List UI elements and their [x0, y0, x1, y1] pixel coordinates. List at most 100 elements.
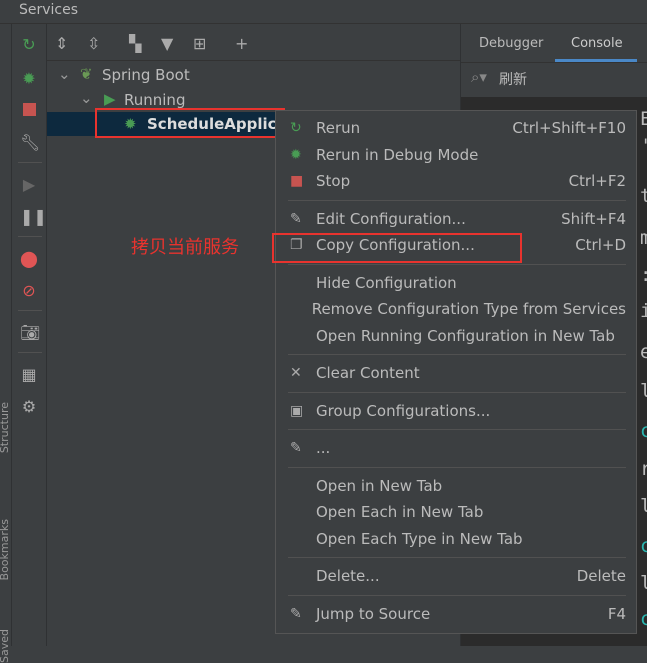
console-text: c — [640, 608, 647, 630]
rerun-icon: ↻ — [290, 120, 302, 137]
menu-separator — [276, 552, 636, 563]
menu-item-label: Rerun in Debug Mode — [316, 145, 479, 164]
menu-item-label: Group Configurations... — [316, 401, 491, 420]
tree-node-spring-boot[interactable]: Spring Boot — [102, 66, 190, 84]
add-service-icon[interactable]: + — [235, 34, 248, 53]
edit-icon: ✎ — [290, 210, 302, 227]
camera-icon[interactable]: 📷︎ — [20, 324, 40, 342]
run-icon: ▶ — [104, 90, 116, 108]
console-text: l — [640, 572, 647, 594]
menu-item-shortcut: F4 — [607, 604, 626, 623]
stop-icon[interactable] — [20, 102, 38, 120]
menu-item-open-each-type-in-new-tab[interactable]: Open Each Type in New Tab — [276, 526, 636, 553]
console-text: m — [640, 227, 647, 249]
expand-all-icon[interactable]: ⇕ — [55, 34, 68, 53]
pencil-icon: ✎ — [290, 440, 302, 457]
gear-icon[interactable]: ⚙ — [20, 398, 38, 416]
console-text: l — [640, 380, 647, 402]
menu-item-label: Clear Content — [316, 364, 420, 383]
menu-separator — [276, 387, 636, 398]
highlight-box — [95, 108, 285, 138]
menu-item-jump-to-source[interactable]: ✎ Jump to Source F4 — [276, 601, 636, 628]
context-menu: ↻ Rerun Ctrl+Shift+F10 ✹ Rerun in Debug Mode… — [275, 110, 637, 634]
services-toolbar: ↻ ✹ 🔧︎ ▶ ❚❚ ⬤ ⊘ 📷︎ ▦ ⚙ — [12, 24, 47, 646]
wrench-icon[interactable]: 🔧︎ — [20, 134, 40, 152]
menu-item-hide-configuration[interactable]: Hide Configuration — [276, 270, 636, 297]
menu-item-shortcut: Shift+F4 — [561, 209, 626, 228]
clear-icon: ✕ — [290, 365, 302, 382]
debug-icon: ✹ — [290, 146, 302, 163]
resume-icon[interactable]: ▶ — [20, 176, 38, 194]
console-text: : — [640, 264, 647, 286]
menu-item-shortcut: Delete — [576, 567, 626, 586]
console-text: E — [640, 108, 647, 130]
tab-debugger[interactable]: Debugger — [479, 36, 543, 51]
stop-icon: ■ — [290, 173, 304, 190]
console-text: r — [640, 458, 647, 480]
menu-item-label: Open Each in New Tab — [316, 503, 484, 522]
menu-item-shortcut: Ctrl+D — [575, 236, 626, 255]
menu-separator — [276, 462, 636, 473]
menu-item-shortcut: Ctrl+F2 — [568, 172, 626, 191]
menu-item-open-each-in-new-tab[interactable]: Open Each in New Tab — [276, 499, 636, 526]
annotation-text: 拷贝当前服务 — [131, 237, 239, 258]
menu-item-label: Jump to Source — [316, 604, 431, 623]
menu-item-stop[interactable]: ■ Stop Ctrl+F2 — [276, 168, 636, 195]
title-bar — [0, 0, 647, 24]
menu-item-open-in-new-tab[interactable]: Open in New Tab — [276, 473, 636, 500]
search-input[interactable]: 刷新 — [499, 69, 527, 89]
search-icon[interactable]: ⌕▾ — [471, 68, 487, 86]
console-text: ' — [640, 135, 647, 157]
console-text: t — [640, 185, 647, 207]
menu-separator — [276, 590, 636, 601]
console-text: i — [640, 300, 647, 322]
menu-item-edit-configuration[interactable]: ✎ Edit Configuration... Shift+F4 — [276, 206, 636, 233]
menu-item-delete[interactable]: Delete... Delete — [276, 563, 636, 590]
menu-item-group-configurations[interactable]: ▣ Group Configurations... — [276, 398, 636, 425]
rerun-icon[interactable]: ↻ — [20, 36, 38, 54]
console-text: c — [640, 535, 647, 557]
menu-item-label: Edit Configuration... — [316, 209, 466, 228]
bookmarks-tab[interactable]: Bookmarks — [0, 519, 11, 580]
group-icon: ▣ — [290, 402, 304, 419]
menu-item-label: Remove Configuration Type from Services — [311, 300, 626, 319]
menu-item-[interactable]: ✎... — [276, 435, 636, 462]
pause-icon[interactable]: ❚❚ — [20, 208, 47, 226]
collapse-all-icon[interactable]: ⇳ — [87, 34, 100, 53]
menu-item-label: Open in New Tab — [316, 476, 443, 495]
menu-item-open-running-configuration-in-new-tab[interactable]: Open Running Configuration in New Tab — [276, 323, 636, 350]
menu-item-clear-content[interactable]: ✕ Clear Content — [276, 360, 636, 387]
side-strip: Structure Bookmarks Saved — [0, 24, 12, 663]
console-text: e — [640, 341, 647, 363]
spring-boot-icon: ❦ — [80, 65, 93, 83]
tree-node-running[interactable]: Running — [124, 91, 185, 109]
menu-item-label: Hide Configuration — [316, 273, 457, 292]
menu-item-label: Open Running Configuration in New Tab — [316, 326, 615, 345]
breakpoints-icon[interactable]: ⬤ — [20, 250, 38, 268]
chevron-down-icon[interactable]: ⌄ — [80, 89, 93, 107]
tab-console[interactable]: Console — [571, 36, 623, 51]
menu-separator — [276, 349, 636, 360]
menu-item-label: Rerun — [316, 119, 361, 138]
menu-item-label: ... — [316, 439, 331, 458]
menu-separator — [276, 424, 636, 435]
menu-item-label: Open Each Type in New Tab — [316, 529, 523, 548]
menu-item-rerun[interactable]: ↻ Rerun Ctrl+Shift+F10 — [276, 115, 636, 142]
filter-icon[interactable]: ▼ — [161, 34, 173, 53]
group-by-icon[interactable]: ▚ — [129, 34, 141, 53]
menu-item-rerun-in-debug-mode[interactable]: ✹ Rerun in Debug Mode — [276, 142, 636, 169]
debug-icon[interactable]: ✹ — [20, 70, 38, 88]
new-tab-icon[interactable]: ⊞ — [193, 34, 206, 53]
console-text: c — [640, 420, 647, 442]
window-title: Services — [19, 2, 79, 18]
structure-tab[interactable]: Structure — [0, 402, 11, 453]
menu-item-label: Delete... — [316, 567, 380, 586]
menu-item-label: Stop — [316, 172, 351, 191]
console-text: l — [640, 495, 647, 517]
chevron-down-icon[interactable]: ⌄ — [58, 65, 71, 83]
layout-icon[interactable]: ▦ — [20, 366, 38, 384]
jump-icon: ✎ — [290, 605, 302, 622]
menu-item-remove-configuration-type-from-services[interactable]: Remove Configuration Type from Services — [276, 296, 636, 323]
mute-breakpoints-icon[interactable]: ⊘ — [20, 282, 38, 300]
menu-separator — [276, 195, 636, 206]
